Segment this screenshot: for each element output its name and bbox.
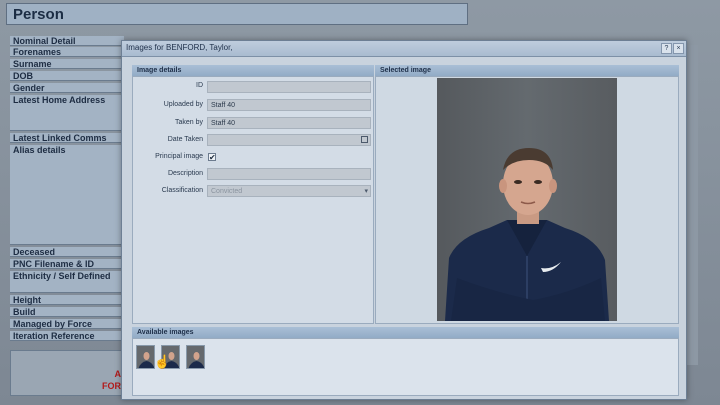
row-dob: DOB — [10, 71, 124, 81]
screen: Person Nominal Detail Forenames Surname … — [0, 0, 720, 405]
image-details-header: Image details — [132, 65, 374, 76]
close-icon[interactable]: × — [673, 43, 684, 54]
classification-value: Convicted — [211, 188, 243, 195]
description-label: Description — [167, 170, 203, 177]
thumbnail-1[interactable] — [136, 345, 155, 369]
description-field[interactable] — [207, 168, 371, 180]
calendar-icon[interactable] — [361, 136, 368, 143]
taken-by-label: Taken by — [174, 119, 203, 126]
principal-image-label: Principal image — [155, 153, 203, 160]
row-build: Build — [10, 307, 124, 317]
background-right-panel — [686, 45, 698, 365]
image-details-pane: ID Uploaded by Staff 40 Taken by Staff 4… — [132, 76, 374, 324]
principal-image-checkbox[interactable]: ✔ — [208, 153, 216, 162]
id-label: ID — [196, 82, 203, 89]
date-taken-label: Date Taken — [167, 136, 203, 143]
classification-dropdown[interactable]: Convicted ▾ — [207, 185, 371, 197]
available-images-pane — [132, 338, 679, 396]
selected-image-header: Selected image — [375, 65, 679, 76]
uploaded-by-label: Uploaded by — [163, 101, 203, 108]
row-height: Height — [10, 295, 124, 305]
row-pnc-filename: PNC Filename & ID — [10, 259, 124, 269]
mugshot-image — [437, 78, 617, 321]
images-dialog: Images for BENFORD, Taylor, ? × Image de… — [121, 40, 687, 400]
dialog-titlebar[interactable]: Images for BENFORD, Taylor, ? × — [122, 41, 686, 57]
row-alias-details: Alias details — [10, 145, 124, 245]
selected-image — [437, 78, 617, 321]
warning-text-2: FOR — [102, 381, 121, 391]
mouse-pointer-icon: ☝ — [154, 354, 171, 369]
row-latest-home-address: Latest Home Address — [10, 95, 124, 131]
id-field — [207, 81, 371, 93]
date-taken-field[interactable] — [207, 134, 371, 146]
available-images-header: Available images — [132, 327, 679, 338]
row-ethnicity: Ethnicity / Self Defined — [10, 271, 124, 293]
row-deceased: Deceased — [10, 247, 124, 257]
row-latest-linked-comms: Latest Linked Comms — [10, 133, 124, 143]
dialog-title: Images for BENFORD, Taylor, — [126, 43, 233, 52]
help-icon[interactable]: ? — [661, 43, 672, 54]
taken-by-field[interactable]: Staff 40 — [207, 117, 371, 129]
uploaded-by-field[interactable]: Staff 40 — [207, 99, 371, 111]
row-iteration-reference: Iteration Reference — [10, 331, 124, 341]
row-gender: Gender — [10, 83, 124, 93]
row-managed-by-force: Managed by Force — [10, 319, 124, 329]
row-nominal-detail: Nominal Detail — [10, 36, 124, 46]
chevron-down-icon[interactable]: ▾ — [364, 186, 368, 198]
row-forenames: Forenames — [10, 47, 124, 57]
thumbnail-3[interactable] — [186, 345, 205, 369]
page-title: Person — [6, 3, 468, 25]
row-surname: Surname — [10, 59, 124, 69]
classification-label: Classification — [161, 187, 203, 194]
record-footer-panel: A FOR — [10, 350, 124, 396]
